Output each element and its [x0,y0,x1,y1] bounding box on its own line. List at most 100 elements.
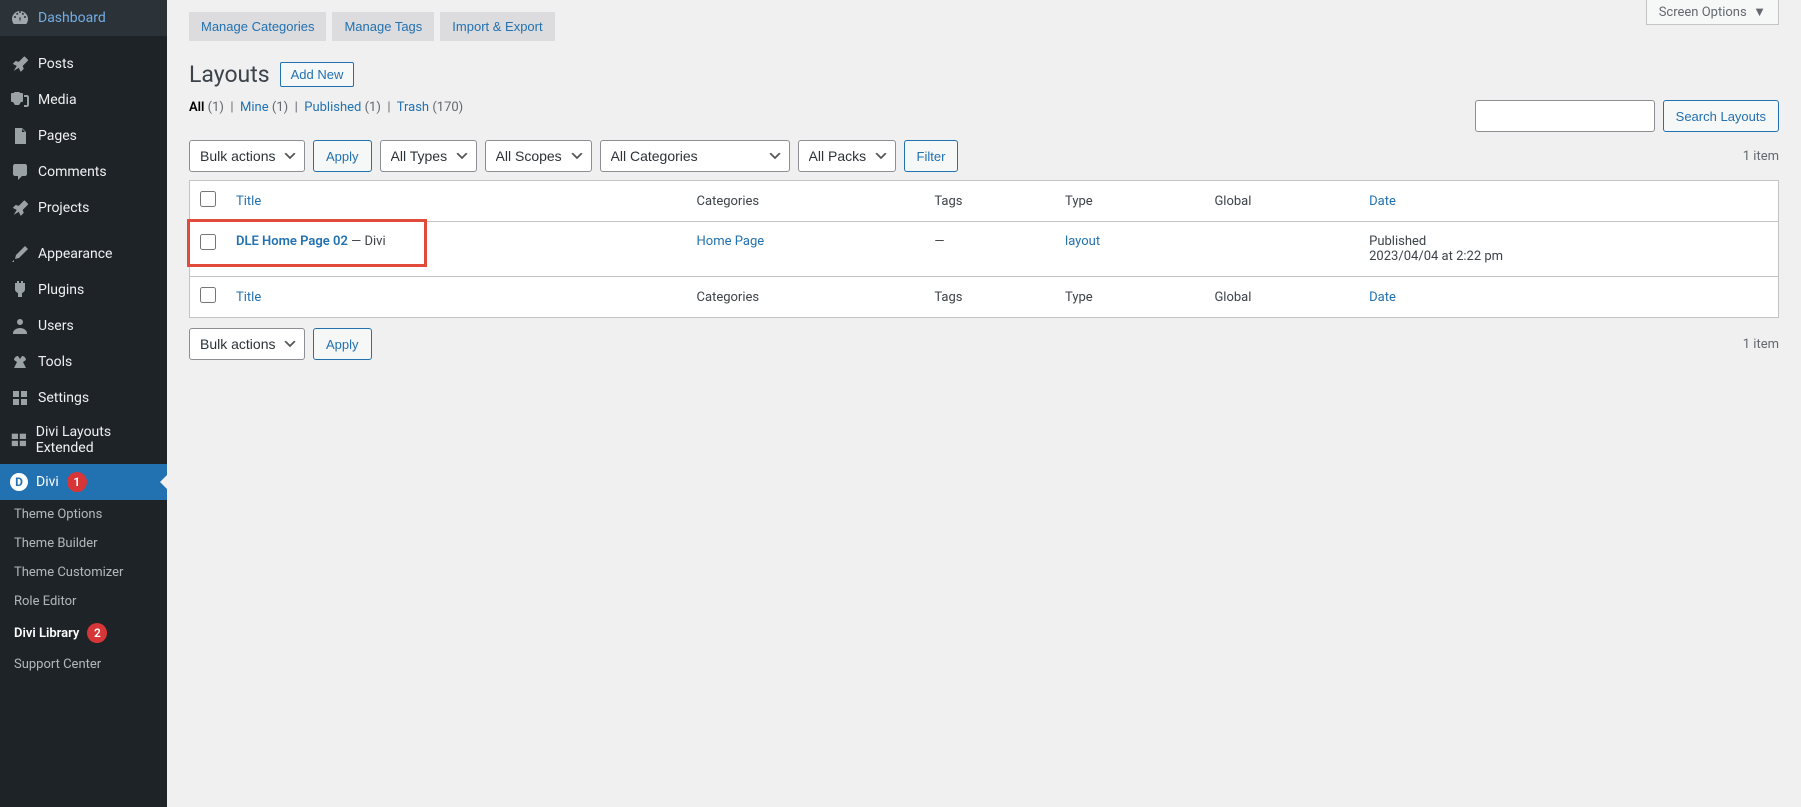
submenu-theme-options[interactable]: Theme Options [0,500,167,529]
col-type-foot: Type [1055,277,1204,318]
divi-submenu: Theme Options Theme Builder Theme Custom… [0,500,167,679]
row-category: Home Page [687,222,925,277]
col-global-foot: Global [1204,277,1359,318]
table-row: DLE Home Page 02 — Divi Home Page — layo… [190,222,1779,277]
sidebar-label: Media [38,92,77,108]
pin-icon [10,198,30,218]
col-categories: Categories [687,181,925,222]
sidebar-item-users[interactable]: Users [0,308,167,344]
sidebar-label: Posts [38,56,74,72]
layouts-icon [10,430,28,450]
row-title-cell: DLE Home Page 02 — Divi [226,222,687,277]
sidebar-item-comments[interactable]: Comments [0,154,167,190]
sidebar-label: Users [38,318,74,334]
bulk-actions-select[interactable]: Bulk actions [189,140,305,172]
row-type: layout [1055,222,1204,277]
search-input[interactable] [1475,100,1655,132]
item-count-bottom: 1 item [1743,337,1779,352]
comments-icon [10,162,30,182]
tab-import-export[interactable]: Import & Export [440,12,554,41]
dashboard-icon [10,8,30,28]
plugin-icon [10,280,30,300]
sidebar-label: Plugins [38,282,84,298]
row-global [1204,222,1359,277]
sidebar-item-plugins[interactable]: Plugins [0,272,167,308]
page-title: Layouts Add New [189,61,1779,88]
sidebar-item-projects[interactable]: Projects [0,190,167,226]
sidebar-label: Settings [38,390,89,406]
top-tabs: Manage Categories Manage Tags Import & E… [189,12,1779,41]
sidebar-label: Divi [36,474,59,490]
item-count-top: 1 item [1743,149,1779,164]
filter-mine[interactable]: Mine [240,100,269,115]
status-filters: All (1) | Mine (1) | Published (1) | Tra… [189,100,1475,115]
search-button[interactable]: Search Layouts [1663,100,1779,132]
col-date-foot[interactable]: Date [1359,277,1778,318]
filters-row: Bulk actions Apply All Types All Scopes … [189,140,1779,172]
row-date: Published 2023/04/04 at 2:22 pm [1359,222,1778,277]
sidebar-label: Comments [38,164,107,180]
packs-select[interactable]: All Packs [798,140,896,172]
sidebar-label: Dashboard [38,10,106,26]
types-select[interactable]: All Types [380,140,477,172]
submenu-theme-builder[interactable]: Theme Builder [0,529,167,558]
media-icon [10,90,30,110]
submenu-support-center[interactable]: Support Center [0,650,167,679]
sidebar-label: Projects [38,200,89,216]
bottom-row: Bulk actions Apply 1 item [189,328,1779,360]
add-new-button[interactable]: Add New [280,62,355,87]
screen-options-button[interactable]: Screen Options ▼ [1646,0,1779,25]
users-icon [10,316,30,336]
col-tags: Tags [924,181,1055,222]
submenu-divi-library[interactable]: Divi Library 2 [0,616,167,650]
filter-all[interactable]: All [189,100,204,115]
pages-icon [10,126,30,146]
filter-trash[interactable]: Trash [397,100,429,115]
settings-icon [10,388,30,408]
main-content: Screen Options ▼ Manage Categories Manag… [167,0,1801,807]
col-title[interactable]: Title [226,181,687,222]
badge-2: 2 [87,623,107,643]
pin-icon [10,54,30,74]
row-tags: — [924,222,1055,277]
layouts-table: Title Categories Tags Type Global Date D… [189,180,1779,318]
col-global: Global [1204,181,1359,222]
tab-manage-categories[interactable]: Manage Categories [189,12,326,41]
sidebar-item-appearance[interactable]: Appearance [0,236,167,272]
sidebar-item-dashboard[interactable]: Dashboard [0,0,167,36]
admin-sidebar: Dashboard Posts Media Pages Comments Pro… [0,0,167,807]
row-title-link[interactable]: DLE Home Page 02 [236,234,348,249]
sidebar-item-pages[interactable]: Pages [0,118,167,154]
col-categories-foot: Categories [687,277,925,318]
categories-select[interactable]: All Categories [600,140,790,172]
scopes-select[interactable]: All Scopes [485,140,592,172]
sidebar-item-divi-layouts-extended[interactable]: Divi Layouts Extended [0,416,167,464]
filter-published[interactable]: Published [304,100,361,115]
sidebar-item-settings[interactable]: Settings [0,380,167,416]
col-type: Type [1055,181,1204,222]
col-tags-foot: Tags [924,277,1055,318]
sidebar-item-posts[interactable]: Posts [0,46,167,82]
sidebar-label: Tools [38,354,72,370]
filter-button[interactable]: Filter [904,140,959,172]
sidebar-item-tools[interactable]: Tools [0,344,167,380]
search-row: Search Layouts [1475,100,1779,132]
apply-button[interactable]: Apply [313,140,372,172]
submenu-theme-customizer[interactable]: Theme Customizer [0,558,167,587]
sidebar-label: Appearance [38,246,112,262]
select-all-checkbox-bottom[interactable] [200,287,216,303]
divi-icon: D [10,473,28,491]
col-date[interactable]: Date [1359,181,1778,222]
apply-button-bottom[interactable]: Apply [313,328,372,360]
tools-icon [10,352,30,372]
brush-icon [10,244,30,264]
row-checkbox[interactable] [200,234,216,250]
badge-1: 1 [67,472,87,492]
sidebar-item-divi[interactable]: D Divi 1 [0,464,167,500]
select-all-checkbox[interactable] [200,191,216,207]
col-title-foot[interactable]: Title [226,277,687,318]
submenu-role-editor[interactable]: Role Editor [0,587,167,616]
tab-manage-tags[interactable]: Manage Tags [332,12,434,41]
sidebar-item-media[interactable]: Media [0,82,167,118]
bulk-actions-select-bottom[interactable]: Bulk actions [189,328,305,360]
